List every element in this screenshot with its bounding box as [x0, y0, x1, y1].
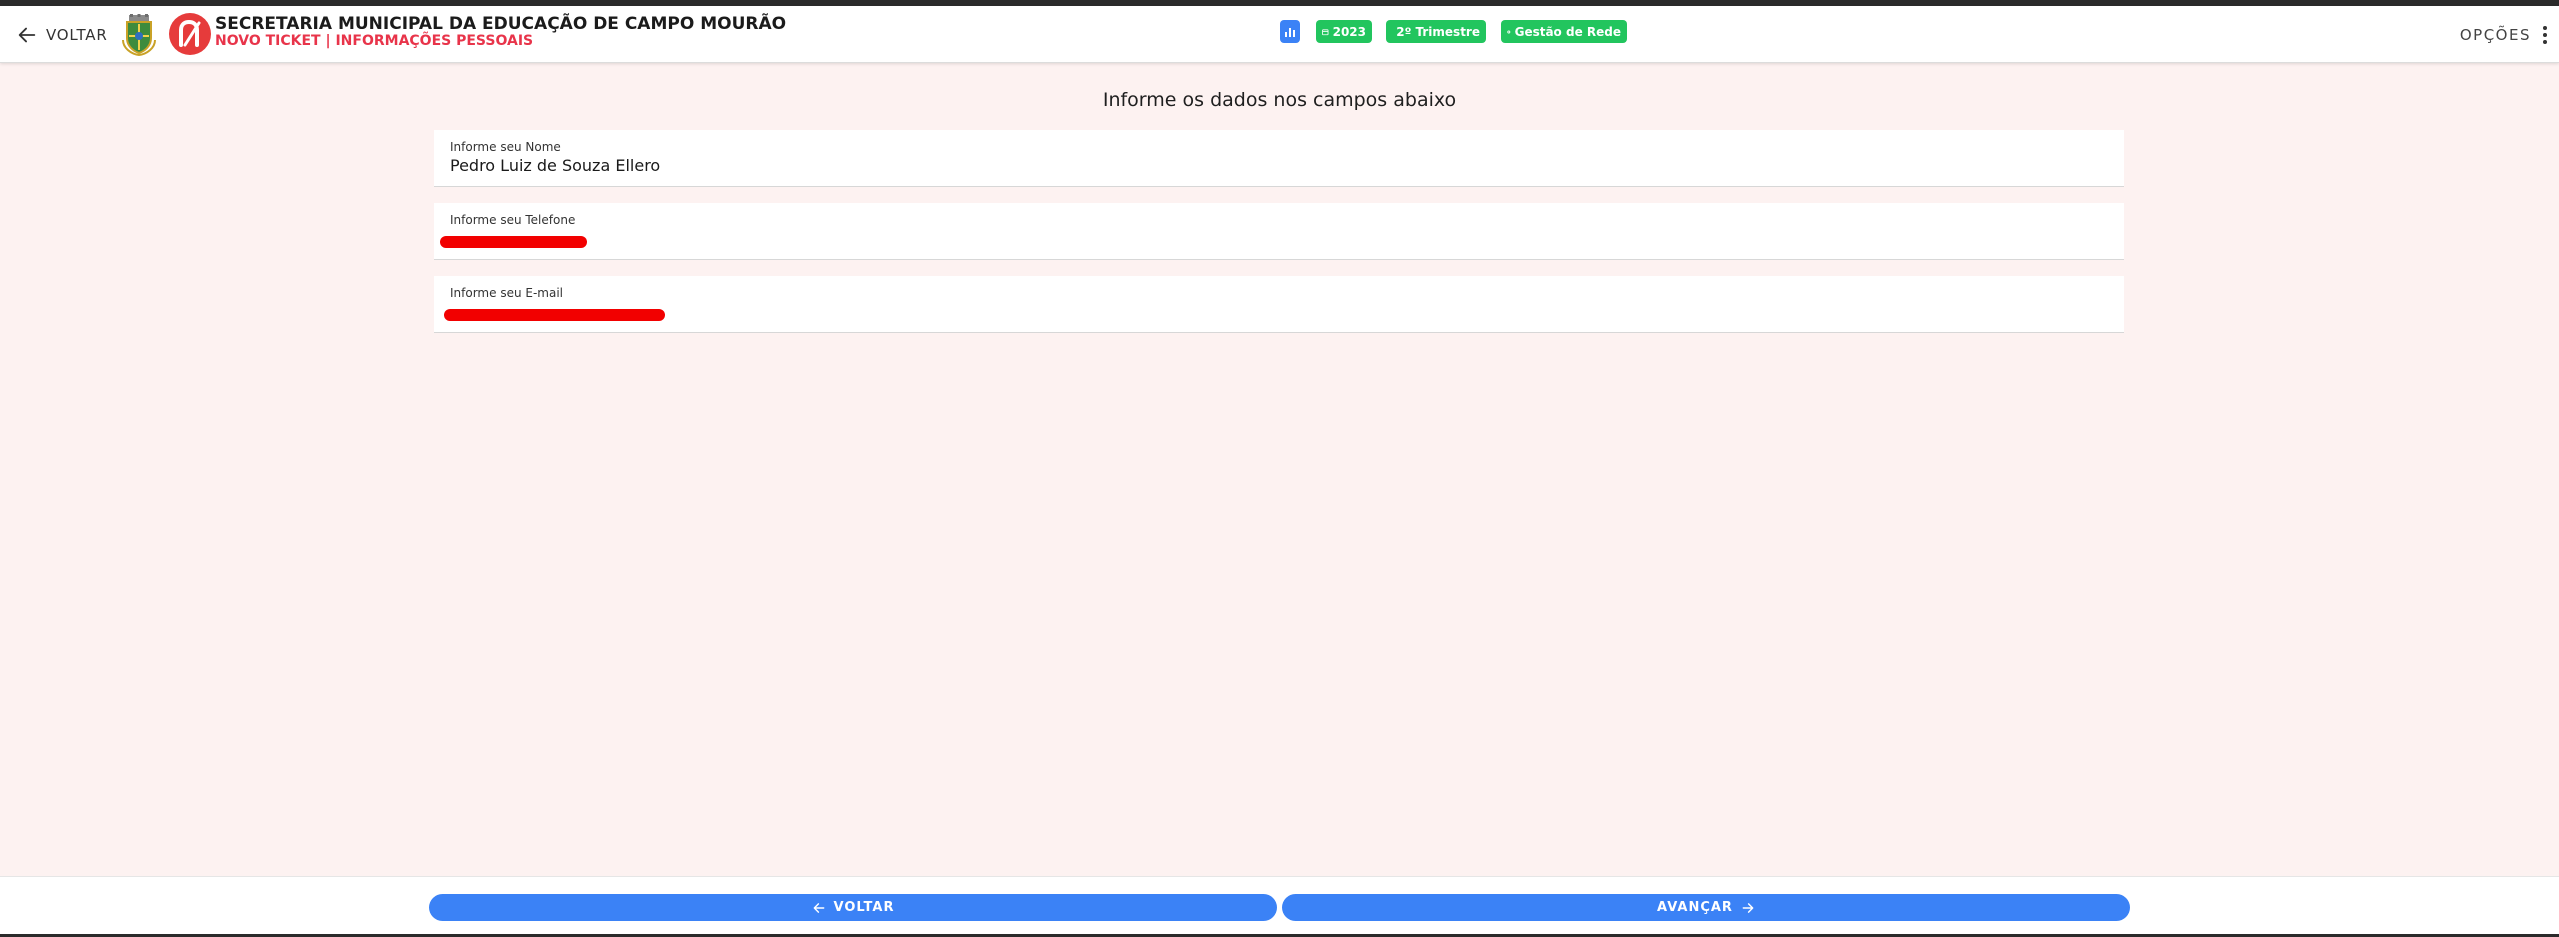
term-chip[interactable]: 2º Trimestre	[1386, 20, 1486, 43]
name-field-label: Informe seu Nome	[450, 140, 561, 154]
calendar-icon	[1322, 28, 1329, 35]
email-field-label: Informe seu E-mail	[450, 286, 563, 300]
back-button-label: VOLTAR	[833, 900, 895, 915]
phone-field-label: Informe seu Telefone	[450, 213, 576, 227]
network-chip-label: Gestão de Rede	[1514, 24, 1621, 39]
arrow-left-icon	[18, 27, 36, 43]
term-chip-label: 2º Trimestre	[1396, 24, 1480, 39]
arrow-right-icon	[1742, 902, 1754, 913]
form-footer: VOLTAR AVANÇAR	[0, 876, 2559, 937]
email-field[interactable]: Informe seu E-mail	[434, 276, 2124, 333]
form-heading: Informe os dados nos campos abaixo	[1102, 89, 1457, 111]
name-field-value[interactable]: Pedro Luiz de Souza Ellero	[450, 156, 660, 175]
bar-chart-icon	[1285, 27, 1295, 37]
more-vertical-icon	[2543, 26, 2547, 44]
city-crest-logo	[122, 14, 156, 56]
page-title: SECRETARIA MUNICIPAL DA EDUCAÇÃO DE CAMP…	[215, 14, 787, 34]
phone-field[interactable]: Informe seu Telefone	[434, 203, 2124, 260]
network-chip[interactable]: Gestão de Rede	[1501, 20, 1627, 43]
year-chip-label: 2023	[1332, 24, 1366, 39]
back-button[interactable]: VOLTAR	[429, 894, 1277, 921]
header-back-button[interactable]: VOLTAR	[16, 23, 108, 47]
next-button-label: AVANÇAR	[1657, 900, 1733, 915]
app-header: VOLTAR SECRETARIA MUNICIPAL DA EDUCAÇÃO …	[0, 6, 2559, 63]
name-field[interactable]: Informe seu Nome Pedro Luiz de Souza Ell…	[434, 130, 2124, 187]
network-icon	[1507, 30, 1511, 33]
stats-button[interactable]	[1280, 20, 1300, 43]
phone-redaction-mark	[440, 236, 587, 248]
app-logo	[169, 13, 211, 55]
email-redaction-mark	[444, 309, 665, 321]
year-chip[interactable]: 2023	[1316, 20, 1372, 43]
next-button[interactable]: AVANÇAR	[1282, 894, 2130, 921]
header-back-label: VOLTAR	[46, 26, 108, 44]
page-subtitle: NOVO TICKET | INFORMAÇÕES PESSOAIS	[215, 33, 534, 49]
options-label: OPÇÕES	[2459, 26, 2531, 44]
arrow-left-icon	[813, 902, 824, 913]
options-menu-button[interactable]: OPÇÕES	[2460, 23, 2549, 47]
